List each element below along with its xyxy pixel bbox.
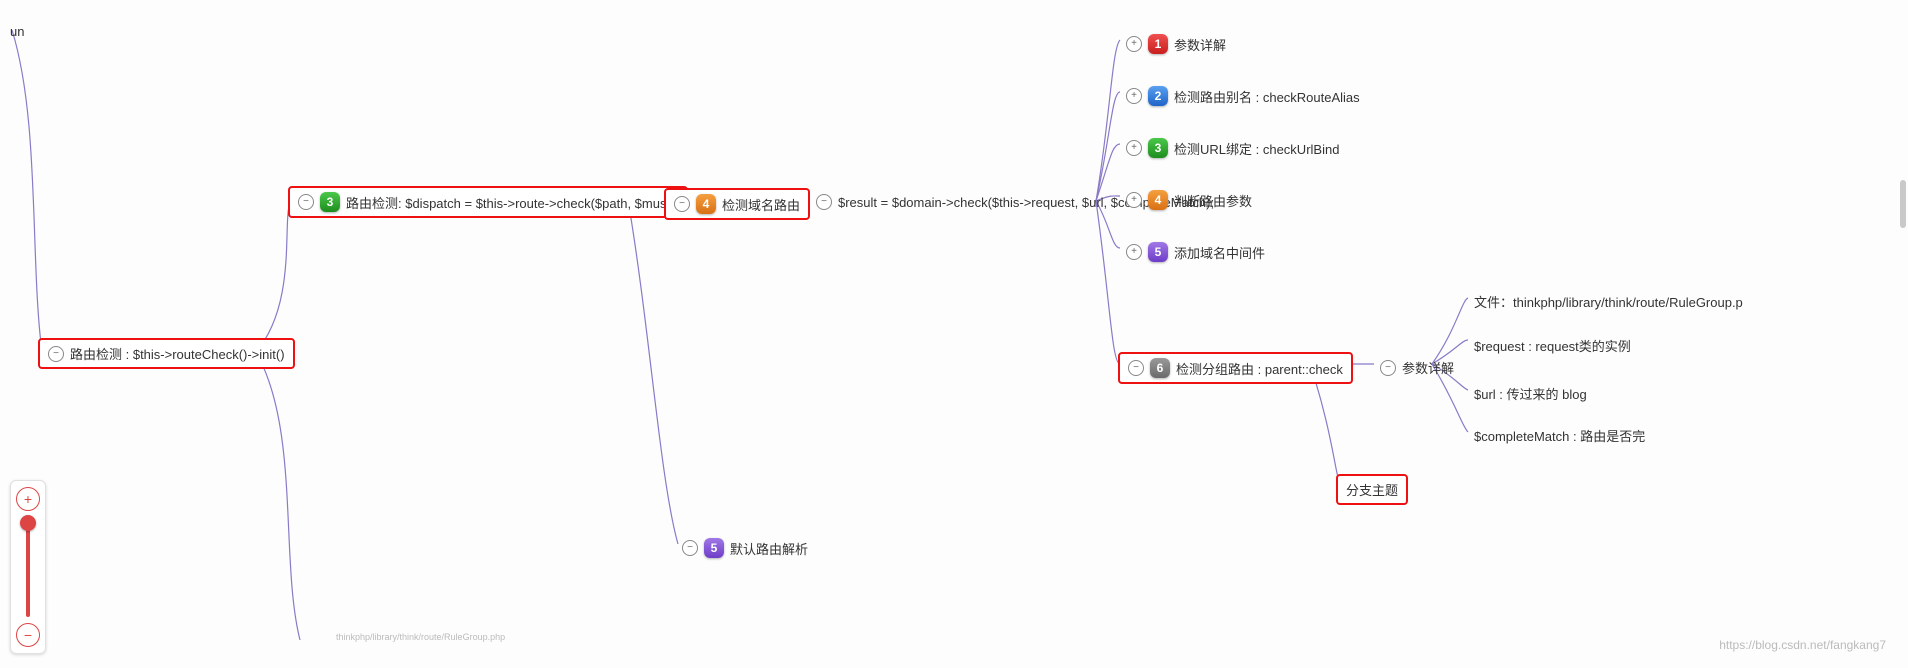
node-4-check-domain-route[interactable]: − 4 检测域名路由 xyxy=(664,188,810,220)
node-child-5[interactable]: + 5 添加域名中间件 xyxy=(1118,238,1273,266)
node-label: 添加域名中间件 xyxy=(1174,243,1265,262)
badge-3-icon: 3 xyxy=(1148,138,1168,158)
node-label: 检测URL绑定 : checkUrlBind xyxy=(1174,139,1339,158)
node-label: $completeMatch : 路由是否完 xyxy=(1474,426,1645,445)
zoom-out-button[interactable]: − xyxy=(16,623,40,647)
watermark-text: https://blog.csdn.net/fangkang7 xyxy=(1719,638,1886,652)
badge-4-icon: 4 xyxy=(1148,190,1168,210)
node-child-2[interactable]: + 2 检测路由别名 : checkRouteAlias xyxy=(1118,82,1368,110)
node-param-detail[interactable]: − 参数详解 xyxy=(1372,354,1462,381)
zoom-thumb[interactable] xyxy=(20,515,36,531)
collapse-icon[interactable]: − xyxy=(48,346,64,362)
zoom-in-button[interactable]: + xyxy=(16,487,40,511)
badge-6-icon: 6 xyxy=(1150,358,1170,378)
expand-icon[interactable]: + xyxy=(1126,36,1142,52)
expand-icon[interactable]: + xyxy=(1126,140,1142,156)
badge-5-icon: 5 xyxy=(704,538,724,558)
badge-5-icon: 5 xyxy=(1148,242,1168,262)
node-label: 参数详解 xyxy=(1402,358,1454,377)
fragment-text: un xyxy=(2,20,32,43)
node-label: 检测路由别名 : checkRouteAlias xyxy=(1174,87,1360,106)
expand-icon[interactable]: + xyxy=(1126,244,1142,260)
badge-2-icon: 2 xyxy=(1148,86,1168,106)
badge-3-icon: 3 xyxy=(320,192,340,212)
node-label: 默认路由解析 xyxy=(730,539,808,558)
node-child-6-parent-check[interactable]: − 6 检测分组路由 : parent::check xyxy=(1118,352,1353,384)
node-label: 路由检测: $dispatch = $this->route->check($p… xyxy=(346,193,678,212)
collapse-icon[interactable]: − xyxy=(674,196,690,212)
node-root-routecheck[interactable]: − 路由检测 : $this->routeCheck()->init() xyxy=(38,338,295,369)
node-3-route-check-dispatch[interactable]: − 3 路由检测: $dispatch = $this->route->chec… xyxy=(288,186,688,218)
node-label: 检测分组路由 : parent::check xyxy=(1176,359,1343,378)
node-label: $url : 传过来的 blog xyxy=(1474,384,1587,403)
node-child-1[interactable]: + 1 参数详解 xyxy=(1118,30,1234,58)
badge-1-icon: 1 xyxy=(1148,34,1168,54)
collapse-icon[interactable]: − xyxy=(1380,360,1396,376)
node-label: 文件：thinkphp/library/think/route/RuleGrou… xyxy=(1474,292,1743,311)
node-child-4[interactable]: + 4 判断路由参数 xyxy=(1118,186,1260,214)
footer-path-hint: thinkphp/library/think/route/RuleGroup.p… xyxy=(336,632,505,642)
node-branch-topic[interactable]: 分支主题 xyxy=(1336,474,1408,505)
collapse-icon[interactable]: − xyxy=(816,194,832,210)
zoom-track[interactable] xyxy=(26,517,30,617)
collapse-icon[interactable]: − xyxy=(682,540,698,556)
zoom-slider[interactable]: + − xyxy=(10,480,46,654)
fragment-label: un xyxy=(10,24,24,39)
node-label: 分支主题 xyxy=(1346,480,1398,499)
node-label: 检测域名路由 xyxy=(722,195,800,214)
badge-4-icon: 4 xyxy=(696,194,716,214)
node-label: 判断路由参数 xyxy=(1174,191,1252,210)
collapse-icon[interactable]: − xyxy=(298,194,314,210)
expand-icon[interactable]: + xyxy=(1126,88,1142,104)
node-param-completematch[interactable]: $completeMatch : 路由是否完 xyxy=(1466,422,1653,449)
node-5-default-route-parse[interactable]: − 5 默认路由解析 xyxy=(674,534,816,562)
node-param-file[interactable]: 文件：thinkphp/library/think/route/RuleGrou… xyxy=(1466,288,1751,315)
scrollbar-thumb[interactable] xyxy=(1900,180,1906,228)
expand-icon[interactable]: + xyxy=(1126,192,1142,208)
node-param-request[interactable]: $request : request类的实例 xyxy=(1466,332,1639,359)
node-param-url[interactable]: $url : 传过来的 blog xyxy=(1466,380,1595,407)
node-label: 路由检测 : $this->routeCheck()->init() xyxy=(70,344,285,363)
node-label: 参数详解 xyxy=(1174,35,1226,54)
collapse-icon[interactable]: − xyxy=(1128,360,1144,376)
node-label: $request : request类的实例 xyxy=(1474,336,1631,355)
node-child-3[interactable]: + 3 检测URL绑定 : checkUrlBind xyxy=(1118,134,1347,162)
